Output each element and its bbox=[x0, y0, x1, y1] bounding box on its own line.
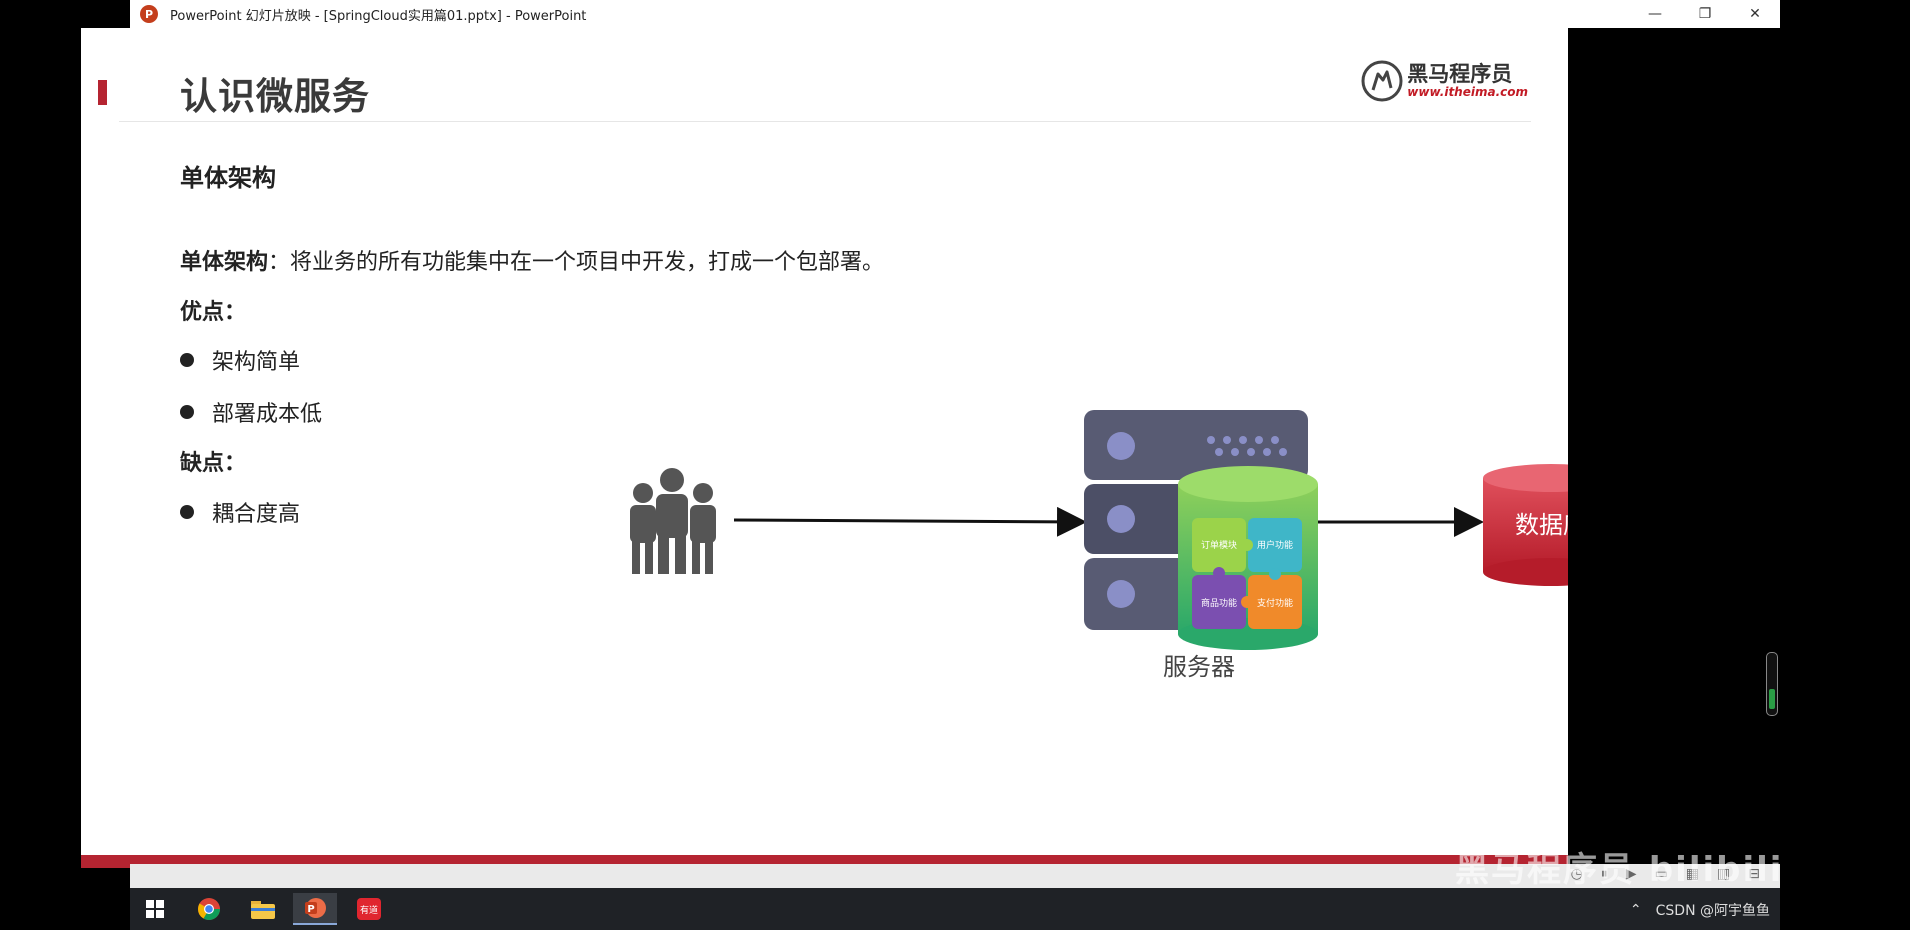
database-icon: 数据库 bbox=[1483, 464, 1568, 586]
bilibili-watermark: 黑马程序员 bilibili bbox=[1455, 850, 1784, 890]
chevron-up-icon[interactable]: ⌃ bbox=[1630, 902, 1642, 918]
minimize-button[interactable]: — bbox=[1630, 0, 1680, 28]
volume-level bbox=[1769, 689, 1775, 709]
windows-start-icon[interactable] bbox=[133, 893, 177, 925]
powerpoint-icon: P bbox=[140, 5, 158, 23]
chrome-icon[interactable] bbox=[187, 893, 231, 925]
request-arrow bbox=[733, 506, 1087, 537]
slide[interactable]: 认识微服务 黑马程序员 www.itheima.com 单体架构 单体架构：将业… bbox=[81, 28, 1568, 868]
svg-text:P: P bbox=[307, 904, 314, 915]
tray-text: CSDN @阿宇鱼鱼 bbox=[1655, 903, 1770, 919]
volume-indicator[interactable] bbox=[1766, 652, 1778, 716]
taskbar: P 有道 ⌃ CSDN @阿宇鱼鱼 bbox=[130, 888, 1780, 930]
module-user-label: 用户功能 bbox=[1257, 539, 1293, 551]
monolith-diagram: 订单模块 用户功能 商品功能 支付功能 数据库 bbox=[630, 410, 1568, 650]
title-bar[interactable]: P PowerPoint 幻灯片放映 - [SpringCloud实用篇01.p… bbox=[130, 0, 1780, 28]
window-title: PowerPoint 幻灯片放映 - [SpringCloud实用篇01.ppt… bbox=[170, 8, 587, 24]
youdao-label: 有道 bbox=[357, 898, 381, 920]
system-tray[interactable]: ⌃ CSDN @阿宇鱼鱼 bbox=[1630, 900, 1770, 920]
file-explorer-icon[interactable] bbox=[241, 893, 285, 925]
module-product-label: 商品功能 bbox=[1201, 597, 1237, 609]
close-button[interactable]: ✕ bbox=[1730, 0, 1780, 28]
maximize-button[interactable]: ❐ bbox=[1680, 0, 1730, 28]
users-icon bbox=[630, 468, 716, 574]
module-payment-label: 支付功能 bbox=[1257, 597, 1293, 609]
youdao-icon[interactable]: 有道 bbox=[347, 893, 391, 925]
database-label: 数据库 bbox=[1515, 511, 1568, 539]
powerpoint-icon[interactable]: P bbox=[293, 893, 337, 925]
module-order-label: 订单模块 bbox=[1201, 539, 1237, 551]
application-cylinder: 订单模块 用户功能 商品功能 支付功能 bbox=[1178, 466, 1318, 650]
server-label: 服务器 bbox=[1163, 653, 1235, 681]
